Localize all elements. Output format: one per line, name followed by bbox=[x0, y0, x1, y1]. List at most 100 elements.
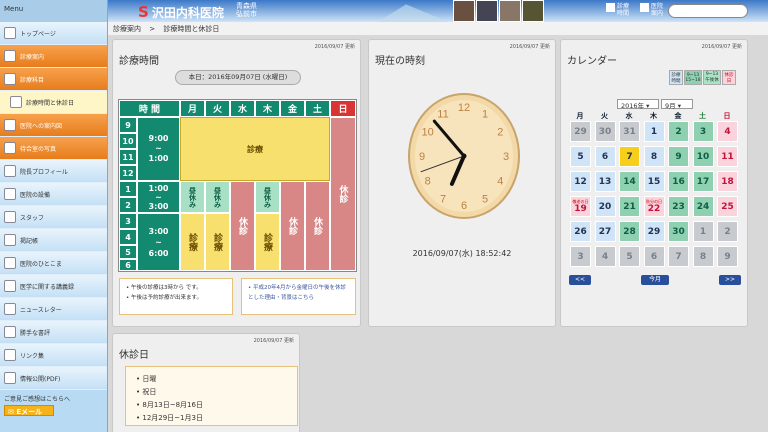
calendar-day[interactable]: 4 bbox=[717, 121, 738, 142]
calendar-day[interactable]: 30 bbox=[594, 121, 616, 142]
menu-item-disclosure[interactable]: 情報公開(PDF) bbox=[0, 367, 107, 390]
chevron-down-icon: ▾ bbox=[677, 102, 681, 110]
hour-label: 5 bbox=[119, 245, 137, 259]
breadcrumb-link[interactable]: 診療案内 bbox=[113, 25, 141, 33]
pdf-icon bbox=[4, 372, 16, 384]
calendar-day[interactable]: 7 bbox=[668, 246, 689, 267]
email-button[interactable]: ✉ Eメール bbox=[4, 405, 54, 416]
updated-date: 2016/09/07 更新 bbox=[701, 44, 742, 50]
day-number: 26 bbox=[574, 226, 587, 237]
month-select[interactable]: 9月 ▾ bbox=[661, 99, 693, 110]
calendar-day[interactable]: 5 bbox=[619, 246, 640, 267]
reason-link[interactable]: 平成20年4月から金曜日の午後を休診とした理由・背景はこちら bbox=[248, 285, 346, 301]
note-item: • 午後は予約診療が出来ます。 bbox=[126, 295, 202, 301]
calendar-day[interactable]: 13 bbox=[594, 171, 616, 192]
calendar-day[interactable]: 17 bbox=[692, 171, 714, 192]
calendar-day[interactable]: 18 bbox=[717, 171, 738, 192]
menu-label: 医院のひとこま bbox=[20, 260, 62, 268]
next-month-button[interactable]: >> bbox=[719, 275, 741, 285]
calendar-day[interactable]: 11 bbox=[717, 146, 738, 167]
menu-item-profile[interactable]: 院長プロフィール bbox=[0, 160, 107, 183]
calendar-day[interactable]: 20 bbox=[594, 196, 616, 217]
calendar-day[interactable]: 6 bbox=[643, 246, 665, 267]
reason-link-box[interactable]: • 平成20年4月から金曜日の午後を休診とした理由・背景はこちら bbox=[241, 278, 356, 315]
calendar-day[interactable]: 8 bbox=[643, 146, 665, 167]
legend-normal: 9~13 15~18 bbox=[684, 70, 702, 85]
this-month-button[interactable]: 今月 bbox=[641, 275, 669, 285]
menu-item-guestbook[interactable]: 掲記帳 bbox=[0, 229, 107, 252]
legend-full: 診療時間 bbox=[669, 70, 683, 85]
calendar-day[interactable]: 10 bbox=[692, 146, 714, 167]
calendar-day[interactable]: 3 bbox=[570, 246, 591, 267]
menu-item-map[interactable]: 医院への案内図 bbox=[0, 114, 107, 137]
calendar-day[interactable]: 16 bbox=[668, 171, 689, 192]
pm-consultation-thu: 診療 bbox=[255, 213, 280, 271]
clinic-info-link[interactable]: 医院 案内 bbox=[640, 3, 663, 17]
day-number: 23 bbox=[672, 201, 685, 212]
menu-label: 診療案内 bbox=[20, 53, 45, 61]
calendar-day[interactable]: 27 bbox=[594, 221, 616, 242]
menu-item-top[interactable]: トップページ bbox=[0, 22, 107, 45]
guide-icon bbox=[4, 50, 16, 62]
calendar-day[interactable]: 敬老の日 19 bbox=[570, 196, 591, 217]
time-end: 3:00 bbox=[148, 201, 169, 211]
calendar-day[interactable]: 3 bbox=[692, 121, 714, 142]
menu-item-moments[interactable]: 医院のひとこま bbox=[0, 252, 107, 275]
calendar-day[interactable]: 9 bbox=[668, 146, 689, 167]
clock-number: 8 bbox=[425, 176, 431, 188]
menu-item-reviews[interactable]: 勝手な書評 bbox=[0, 321, 107, 344]
calendar-day[interactable]: 14 bbox=[619, 171, 640, 192]
calendar-day[interactable]: 1 bbox=[692, 221, 714, 242]
time-end: 6:00 bbox=[148, 248, 169, 258]
menu-item-departments[interactable]: 診療科目 bbox=[0, 68, 107, 91]
calendar-day[interactable]: 29 bbox=[643, 221, 665, 242]
year-select[interactable]: 2016年 ▾ bbox=[617, 99, 659, 110]
hours-panel: 2016/09/07 更新 診療時間 本日：2016年09月07日 (水曜日) … bbox=[112, 39, 361, 327]
calendar-day[interactable]: 15 bbox=[643, 171, 665, 192]
menu-item-links[interactable]: リンク集 bbox=[0, 344, 107, 367]
calendar-day[interactable]: 31 bbox=[619, 121, 640, 142]
menu-item-staff[interactable]: スタッフ bbox=[0, 206, 107, 229]
calendar-day[interactable]: 4 bbox=[594, 246, 616, 267]
prev-month-button[interactable]: << bbox=[569, 275, 591, 285]
weekday-header: 水 bbox=[625, 112, 633, 120]
menu-item-waiting-room[interactable]: 待合室の写真 bbox=[0, 137, 107, 160]
legend-closed: 休診日 bbox=[722, 70, 736, 85]
note-item: • 平成20年4月から金曜日の午後を休診とした理由・背景はこちら bbox=[248, 285, 346, 301]
calendar-day[interactable]: 29 bbox=[570, 121, 591, 142]
calendar-day[interactable]: 6 bbox=[594, 146, 616, 167]
list-item: • 12月29日~1月3日 bbox=[136, 414, 203, 422]
calendar-day[interactable]: 30 bbox=[668, 221, 689, 242]
calendar-day[interactable]: 23 bbox=[668, 196, 689, 217]
mountain-image bbox=[378, 4, 448, 22]
day-number: 30 bbox=[672, 226, 685, 237]
menu-item-guide[interactable]: 診療案内 bbox=[0, 45, 107, 68]
search-input[interactable] bbox=[668, 4, 748, 18]
hours-link[interactable]: 診療 時間 bbox=[606, 3, 629, 17]
calendar-day[interactable]: 2 bbox=[717, 221, 738, 242]
menu-item-lectures[interactable]: 医学に関する講義録 bbox=[0, 275, 107, 298]
calendar-day[interactable]: 7 bbox=[619, 146, 640, 167]
calendar-day[interactable]: 9 bbox=[717, 246, 738, 267]
note-item: • 午後の診療は3時から です。 bbox=[126, 285, 202, 291]
clinic-logo[interactable]: S 沢田内科医院 bbox=[138, 3, 224, 21]
menu-item-hours[interactable]: 診療時間と休診日 bbox=[0, 91, 107, 114]
calendar-day[interactable]: 28 bbox=[619, 221, 640, 242]
sat-pm-closed: 休診 bbox=[305, 181, 330, 271]
wed-pm-closed: 休診 bbox=[230, 181, 255, 271]
calendar-day[interactable]: 26 bbox=[570, 221, 591, 242]
calendar-day[interactable]: 12 bbox=[570, 171, 591, 192]
calendar-day[interactable]: 24 bbox=[692, 196, 714, 217]
calendar-day[interactable]: 秋分の日 22 bbox=[643, 196, 665, 217]
menu-item-equipment[interactable]: 医院の設備 bbox=[0, 183, 107, 206]
lunch-break-tue: 昼休み bbox=[205, 181, 230, 213]
menu-item-newsletter[interactable]: ニュースレター bbox=[0, 298, 107, 321]
calendar-day[interactable]: 2 bbox=[668, 121, 689, 142]
email-label: Eメール bbox=[16, 408, 43, 416]
calendar-day[interactable]: 5 bbox=[570, 146, 591, 167]
calendar-day[interactable]: 25 bbox=[717, 196, 738, 217]
calendar-day[interactable]: 8 bbox=[692, 246, 714, 267]
header-photo bbox=[522, 0, 544, 22]
calendar-day[interactable]: 1 bbox=[643, 121, 665, 142]
calendar-day[interactable]: 21 bbox=[619, 196, 640, 217]
